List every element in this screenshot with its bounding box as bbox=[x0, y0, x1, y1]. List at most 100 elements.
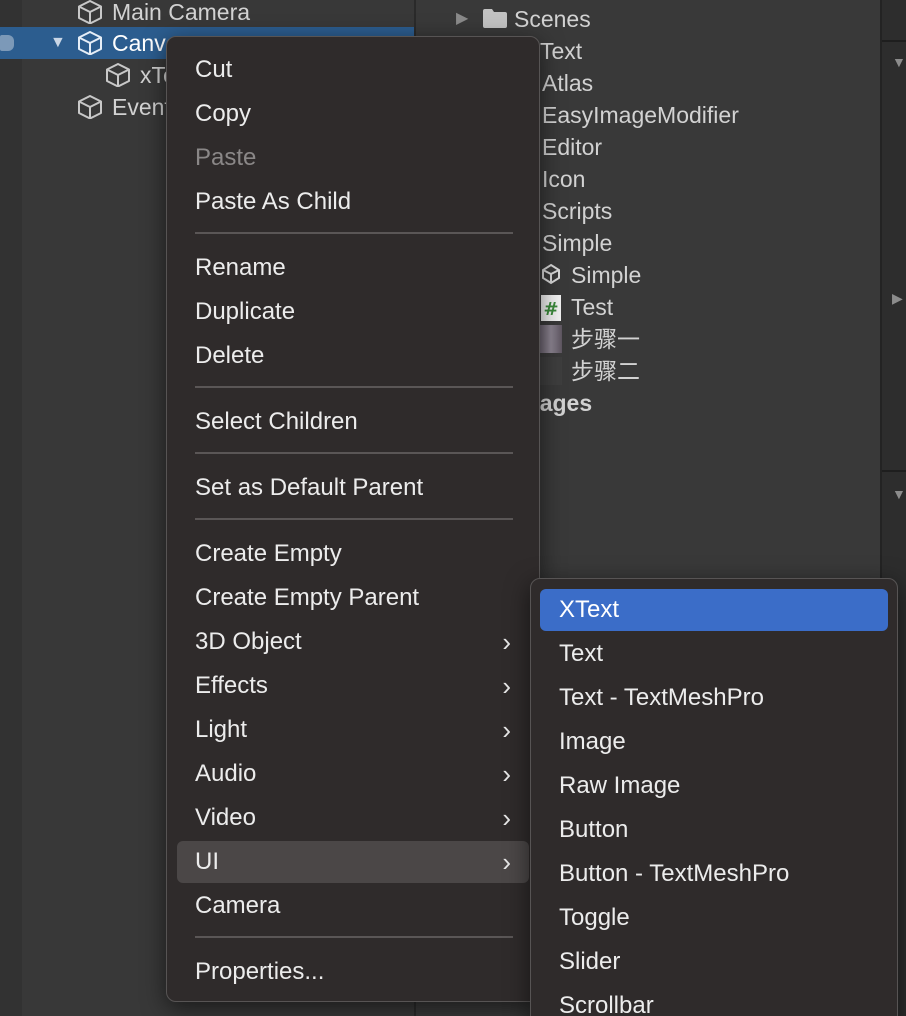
hierarchy-gutter bbox=[0, 0, 22, 1016]
submenu-item-label: Toggle bbox=[559, 904, 630, 931]
svg-text:#: # bbox=[543, 299, 558, 320]
menu-item-label: Video bbox=[195, 804, 256, 831]
panel-divider bbox=[882, 470, 906, 472]
project-item-label: Text bbox=[540, 38, 583, 64]
hierarchy-item-label: Main Camera bbox=[112, 0, 251, 25]
menu-item-label: Paste bbox=[195, 144, 257, 171]
project-item-label: Icon bbox=[542, 166, 586, 192]
menu-item-label: Copy bbox=[195, 100, 252, 127]
menu-item-paste-as-child[interactable]: Paste As Child bbox=[177, 181, 529, 223]
menu-item-video[interactable]: Video › bbox=[177, 797, 529, 839]
submenu-item-label: Slider bbox=[559, 948, 621, 975]
submenu-item-label: XText bbox=[559, 596, 620, 623]
menu-item-effects[interactable]: Effects › bbox=[177, 665, 529, 707]
unity-scene-icon bbox=[542, 263, 560, 285]
expand-triangle-icon[interactable]: ▶ bbox=[892, 290, 903, 307]
submenu-item-button-textmeshpro[interactable]: Button - TextMeshPro bbox=[540, 853, 888, 895]
menu-separator bbox=[195, 518, 513, 520]
menu-item-label: Select Children bbox=[195, 408, 358, 435]
menu-item-3d-object[interactable]: 3D Object › bbox=[177, 621, 529, 663]
menu-item-duplicate[interactable]: Duplicate bbox=[177, 291, 529, 333]
menu-item-label: Create Empty bbox=[195, 540, 342, 567]
project-item-label: Scenes bbox=[514, 6, 591, 32]
menu-separator bbox=[195, 386, 513, 388]
project-item-label: EasyImageModifier bbox=[542, 102, 739, 128]
cube-icon bbox=[78, 95, 102, 119]
project-item-label: 步骤二 bbox=[571, 358, 640, 384]
menu-separator bbox=[195, 232, 513, 234]
menu-item-label: Delete bbox=[195, 342, 265, 369]
menu-item-ui[interactable]: UI › bbox=[177, 841, 529, 883]
menu-item-label: Set as Default Parent bbox=[195, 474, 424, 501]
menu-item-label: Properties... bbox=[195, 958, 325, 985]
menu-item-light[interactable]: Light › bbox=[177, 709, 529, 751]
project-item-label: Scripts bbox=[542, 198, 613, 224]
chevron-right-icon: › bbox=[502, 715, 511, 745]
chevron-right-icon: › bbox=[502, 847, 511, 877]
unity-editor-screen: Main Camera ▼ Canvas xText EventSystem ▶ bbox=[0, 0, 906, 1016]
menu-item-rename[interactable]: Rename bbox=[177, 247, 529, 289]
collapse-triangle-icon[interactable]: ▼ bbox=[892, 486, 906, 502]
submenu-item-text[interactable]: Text bbox=[540, 633, 888, 675]
menu-item-copy[interactable]: Copy bbox=[177, 93, 529, 135]
submenu-item-text-textmeshpro[interactable]: Text - TextMeshPro bbox=[540, 677, 888, 719]
project-item-label: Atlas bbox=[542, 70, 594, 96]
submenu-item-toggle[interactable]: Toggle bbox=[540, 897, 888, 939]
prefab-badge-icon bbox=[0, 35, 14, 51]
menu-item-set-as-default-parent[interactable]: Set as Default Parent bbox=[177, 467, 529, 509]
menu-item-properties[interactable]: Properties... bbox=[177, 951, 529, 993]
project-item-label: Editor bbox=[542, 134, 603, 160]
menu-item-select-children[interactable]: Select Children bbox=[177, 401, 529, 443]
submenu-item-button[interactable]: Button bbox=[540, 809, 888, 851]
menu-item-label: Light bbox=[195, 716, 248, 743]
folder-icon bbox=[483, 9, 507, 28]
submenu-item-label: Text - TextMeshPro bbox=[559, 684, 764, 711]
expand-triangle-icon[interactable]: ▼ bbox=[50, 27, 66, 59]
submenu-item-label: Button - TextMeshPro bbox=[559, 860, 790, 887]
submenu-item-label: Image bbox=[559, 728, 626, 755]
menu-item-delete[interactable]: Delete bbox=[177, 335, 529, 377]
submenu-item-label: Text bbox=[559, 640, 604, 667]
menu-item-create-empty-parent[interactable]: Create Empty Parent bbox=[177, 577, 529, 619]
menu-item-label: 3D Object bbox=[195, 628, 302, 655]
cube-icon bbox=[78, 0, 102, 24]
submenu-item-label: Raw Image bbox=[559, 772, 681, 799]
submenu-item-xtext[interactable]: XText bbox=[540, 589, 888, 631]
cube-icon bbox=[106, 63, 130, 87]
menu-item-label: Audio bbox=[195, 760, 257, 787]
chevron-right-icon: › bbox=[502, 759, 511, 789]
menu-item-label: Rename bbox=[195, 254, 286, 281]
image-thumbnail-icon bbox=[540, 357, 562, 385]
ui-submenu: XText Text Text - TextMeshPro Image Raw … bbox=[530, 578, 898, 1016]
submenu-item-label: Scrollbar bbox=[559, 992, 654, 1016]
collapsed-triangle-icon[interactable]: ▶ bbox=[456, 3, 468, 35]
menu-separator bbox=[195, 452, 513, 454]
menu-item-cut[interactable]: Cut bbox=[177, 49, 529, 91]
submenu-item-slider[interactable]: Slider bbox=[540, 941, 888, 983]
project-item-label: Simple bbox=[542, 230, 613, 256]
menu-item-label: Effects bbox=[195, 672, 268, 699]
cube-icon bbox=[78, 31, 102, 55]
panel-divider bbox=[882, 40, 906, 42]
context-menu: Cut Copy Paste Paste As Child Rename Dup… bbox=[166, 36, 540, 1002]
menu-item-create-empty[interactable]: Create Empty bbox=[177, 533, 529, 575]
menu-item-camera[interactable]: Camera bbox=[177, 885, 529, 927]
submenu-item-raw-image[interactable]: Raw Image bbox=[540, 765, 888, 807]
menu-item-label: Duplicate bbox=[195, 298, 296, 325]
submenu-item-label: Button bbox=[559, 816, 629, 843]
collapse-triangle-icon[interactable]: ▼ bbox=[892, 54, 906, 70]
menu-item-label: Cut bbox=[195, 56, 233, 83]
menu-item-label: Paste As Child bbox=[195, 188, 352, 215]
menu-item-label: Create Empty Parent bbox=[195, 584, 420, 611]
submenu-item-image[interactable]: Image bbox=[540, 721, 888, 763]
hierarchy-item-main-camera[interactable]: Main Camera bbox=[0, 0, 414, 28]
chevron-right-icon: › bbox=[502, 803, 511, 833]
project-item-label: 步骤一 bbox=[571, 326, 640, 352]
project-item-label: Test bbox=[571, 294, 614, 320]
project-item-label: Simple bbox=[571, 262, 642, 288]
menu-item-audio[interactable]: Audio › bbox=[177, 753, 529, 795]
menu-separator bbox=[195, 936, 513, 938]
menu-item-label: UI bbox=[195, 848, 219, 875]
chevron-right-icon: › bbox=[502, 671, 511, 701]
submenu-item-scrollbar[interactable]: Scrollbar bbox=[540, 985, 888, 1016]
